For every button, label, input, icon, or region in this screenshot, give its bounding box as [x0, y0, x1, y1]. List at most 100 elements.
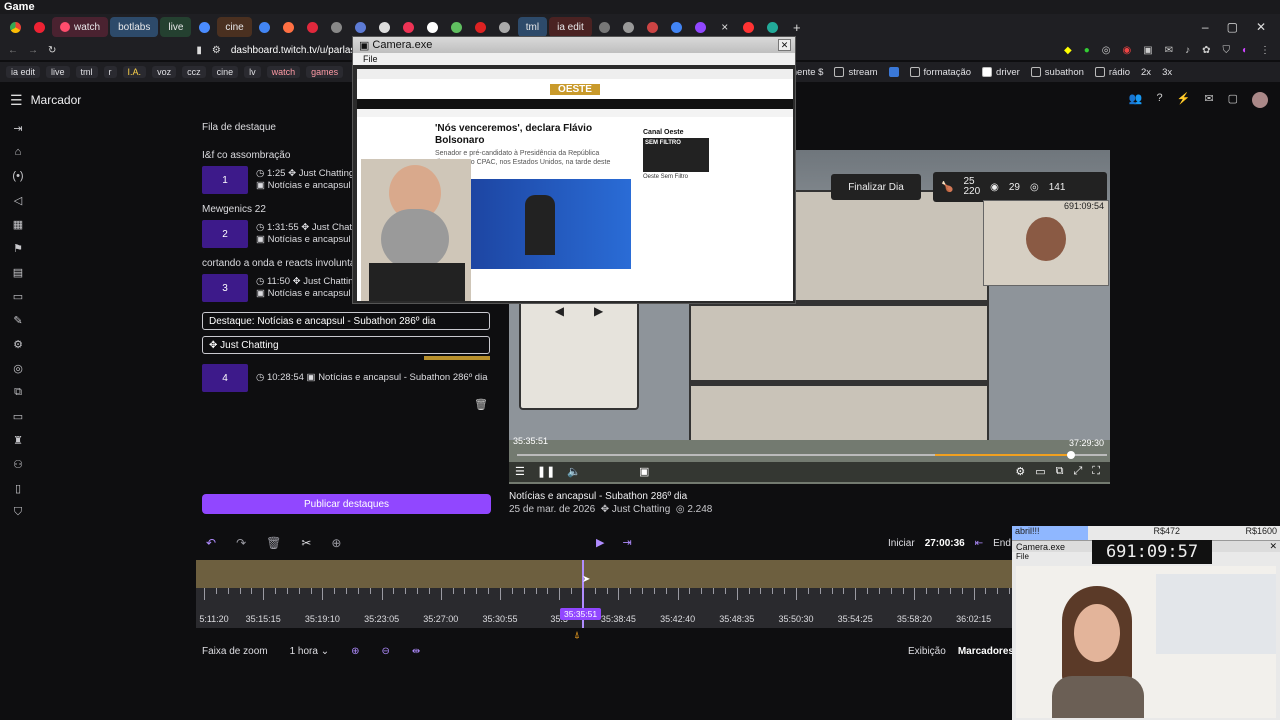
extensions-icon[interactable]: ⧉ [0, 380, 36, 404]
settings-gear-icon[interactable]: ⚙ [1015, 465, 1025, 478]
opera-icon[interactable] [302, 17, 324, 37]
extension-icon[interactable]: ◉ [1122, 45, 1131, 56]
extension-icon[interactable]: ● [1084, 45, 1090, 56]
camera-menu-file[interactable]: File [363, 54, 378, 64]
clip-action-icon[interactable]: ⧉ [1056, 465, 1064, 478]
tab-icon-t[interactable] [690, 17, 712, 37]
pen-icon[interactable]: ✎ [0, 308, 36, 332]
delete-icon[interactable]: 🗑 [266, 536, 281, 550]
trophy-icon[interactable]: ♜ [0, 428, 36, 452]
tab-icon-more[interactable] [594, 17, 616, 37]
extension-icon[interactable]: ⛉ [1222, 45, 1230, 56]
collapse-nav-icon[interactable]: ⇥ [0, 116, 36, 140]
redo-icon[interactable]: ↷ [236, 536, 246, 550]
camera-icon[interactable]: ▭ [0, 404, 36, 428]
jump-end-icon[interactable]: ⇥ [622, 536, 631, 549]
megaphone-icon[interactable]: ◁ [0, 188, 36, 212]
bookmark-subathon[interactable]: subathon [1030, 67, 1084, 78]
zoom-in-icon[interactable]: ⊕ [351, 646, 359, 657]
extension-icon[interactable]: ◎ [1102, 45, 1111, 56]
close-window-icon[interactable]: ✕ [1256, 20, 1266, 34]
maximize-icon[interactable]: ▢ [1227, 20, 1238, 34]
volume-icon[interactable]: 🔈 [567, 465, 581, 478]
extension-icon[interactable]: ▣ [1143, 45, 1152, 56]
zoom-select[interactable]: 1 hora ⌄ [290, 646, 330, 657]
bookmark-cine[interactable]: cine [211, 66, 239, 78]
tab-ia-edit[interactable]: ia edit [549, 17, 592, 37]
trash-icon[interactable]: 🗑 [474, 398, 496, 411]
community-icon[interactable]: ⚑ [0, 236, 36, 260]
timeline[interactable]: 5:11:20 35:15:15 35:19:10 35:23:05 35:27:00 3… [196, 560, 1012, 628]
pause-icon[interactable]: ❚❚ [537, 465, 555, 478]
tab-icon-chrome[interactable] [193, 17, 215, 37]
fit-icon[interactable]: ⇹ [412, 646, 420, 657]
popout-icon[interactable]: ⤢ [1073, 465, 1082, 478]
camera-close-button[interactable]: ✕ [778, 39, 791, 51]
home-icon[interactable]: ⌂ [0, 140, 36, 164]
tab-botlabs[interactable]: botlabs [110, 17, 159, 37]
bookmark-r[interactable]: r [103, 66, 117, 78]
hamburger-menu-icon[interactable]: ☰ [10, 92, 23, 109]
bookmark-ccz[interactable]: ccz [182, 66, 206, 78]
publish-highlights-button[interactable]: Publicar destaques [202, 494, 491, 514]
bookmark-ia[interactable]: I.A. [122, 66, 147, 78]
bookmark-formatacao[interactable]: formatação [909, 67, 971, 78]
bookmark-stream[interactable]: stream [834, 67, 878, 78]
tab-icon-app[interactable] [278, 17, 300, 37]
tab-icon-info[interactable] [374, 17, 396, 37]
start-time-input[interactable]: 27:00:36 [925, 538, 965, 549]
address-input[interactable]: dashboard.twitch.tv/u/parlase [231, 45, 361, 56]
extension-icon[interactable]: ✿ [1202, 45, 1210, 56]
record-icon[interactable] [28, 17, 50, 37]
bookmark-ia-edit[interactable]: ia edit [6, 66, 41, 78]
content-icon[interactable]: ▤ [0, 260, 36, 284]
book-icon[interactable]: ▯ [0, 476, 36, 500]
extension-icon[interactable]: ◐ [1242, 45, 1248, 56]
fullscreen-icon[interactable]: ⛶ [1092, 465, 1100, 478]
tab-icon-red[interactable] [470, 17, 492, 37]
markers-tab[interactable]: Marcadores [958, 646, 1014, 657]
add-icon[interactable]: ⊕ [331, 536, 341, 550]
menu-dots-icon[interactable]: ⋮ [1260, 45, 1270, 56]
tab-icon-y[interactable] [738, 17, 760, 37]
marker-icon[interactable]: ⍋ [574, 630, 580, 641]
bookmark-icon[interactable]: ▮ [196, 45, 202, 56]
set-start-icon[interactable]: ⇤ [975, 538, 983, 549]
analytics-icon[interactable]: ▦ [0, 212, 36, 236]
bookmark-driver[interactable]: driver [982, 67, 1020, 78]
bookmark-lv[interactable]: lv [244, 66, 261, 78]
bookmark-tml[interactable]: tml [75, 66, 98, 78]
bookmark-watch[interactable]: watch [266, 66, 301, 78]
extension-icon[interactable]: ◆ [1064, 45, 1072, 56]
people-icon[interactable]: ⚇ [0, 452, 36, 476]
zoom-out-icon[interactable]: ⊖ [382, 646, 390, 657]
bookmark-3x[interactable]: 3x [1162, 67, 1172, 78]
site-info-icon[interactable]: ⚙ [212, 45, 221, 56]
google-icon[interactable] [254, 17, 276, 37]
users-icon[interactable]: 👥 [1129, 92, 1143, 108]
shield-icon[interactable]: ⛉ [0, 500, 36, 524]
inbox-icon[interactable]: ✉ [1204, 92, 1213, 108]
tab-icon-doc[interactable] [494, 17, 516, 37]
bookmark-games[interactable]: games [306, 66, 344, 78]
forward-icon[interactable]: → [28, 45, 38, 56]
seek-handle[interactable] [1067, 451, 1075, 459]
clip-icon[interactable]: ▣ [639, 465, 649, 478]
cut-icon[interactable]: ✂ [301, 536, 311, 550]
bookmark-square[interactable] [888, 67, 899, 78]
avatar[interactable] [1252, 92, 1268, 108]
bookmark-voz[interactable]: voz [152, 66, 177, 78]
extension-icon[interactable]: ♪ [1185, 45, 1190, 56]
timeline-track[interactable] [196, 560, 1012, 588]
chapters-icon[interactable]: ☰ [515, 465, 525, 478]
category-input[interactable]: ✥ Just Chatting [202, 336, 490, 354]
reload-icon[interactable]: ↻ [48, 45, 56, 56]
tab-icon-pin[interactable] [398, 17, 420, 37]
tab-icon-s[interactable] [642, 17, 664, 37]
undo-icon[interactable]: ↶ [206, 536, 216, 550]
help-icon[interactable]: ? [1157, 92, 1163, 108]
minimize-icon[interactable]: – [1202, 20, 1209, 34]
tab-icon-white[interactable] [422, 17, 444, 37]
video-icon[interactable]: ▭ [0, 284, 36, 308]
lightning-icon[interactable]: ⚡ [1177, 92, 1191, 108]
